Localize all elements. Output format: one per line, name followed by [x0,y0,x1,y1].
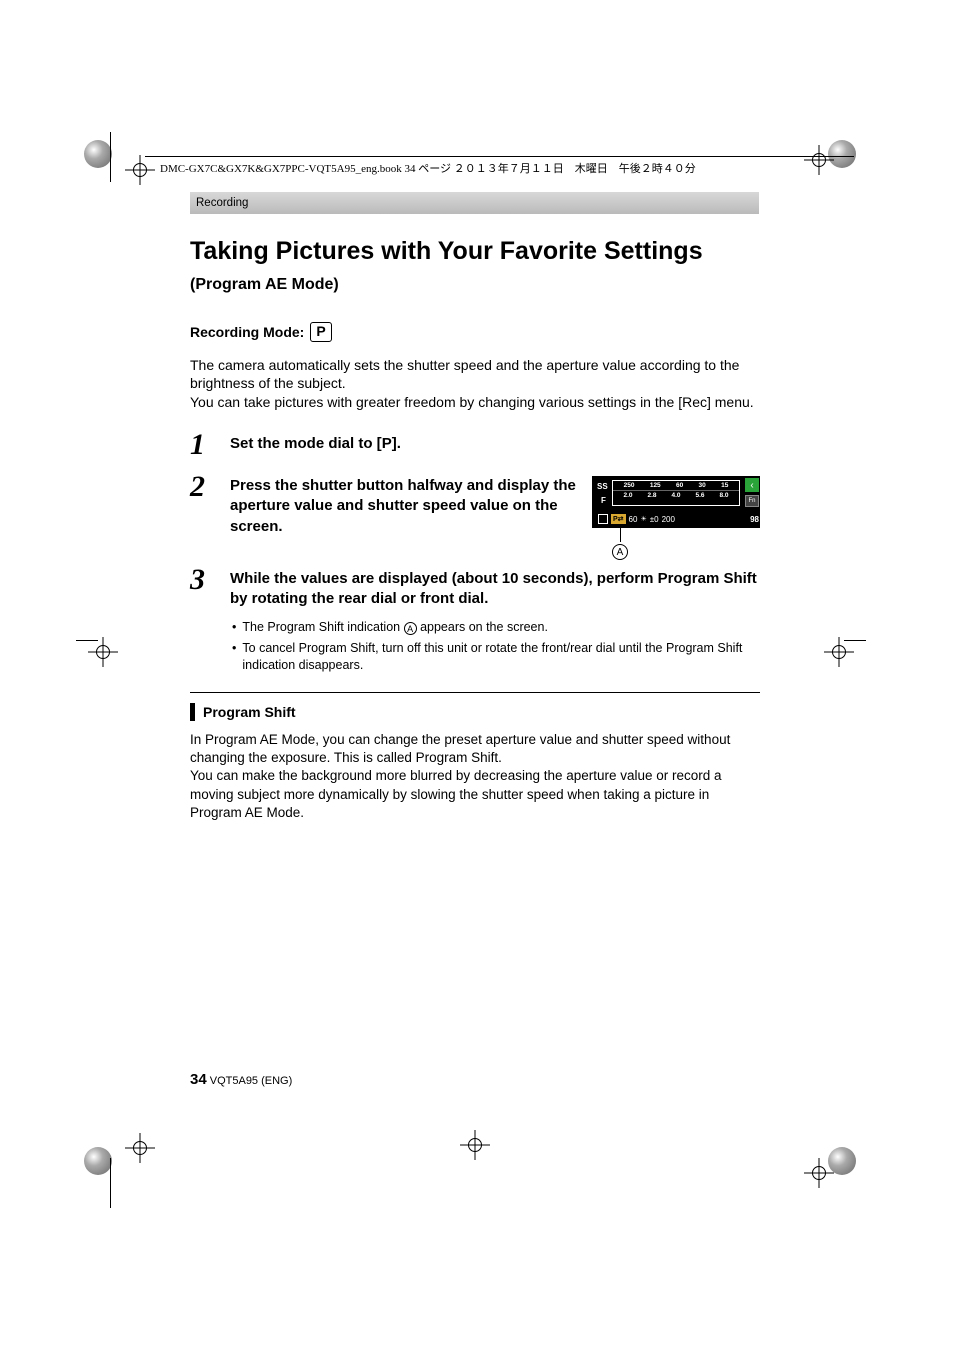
f-row: 2.0 2.8 4.0 5.6 8.0 [613,491,739,500]
iso-value: 200 [662,515,675,524]
step-number: 2 [190,472,212,502]
page-title: Taking Pictures with Your Favorite Setti… [190,237,760,266]
trim-line [844,640,866,641]
recording-mode-line: Recording Mode: P [190,322,760,342]
crosshair-tl [125,155,155,185]
step-title: Set the mode dial to [P]. [230,434,760,454]
page-number: 34 [190,1071,207,1088]
section-bar [190,192,759,214]
print-ball-bl [84,1147,112,1175]
crosshair-tr [804,145,834,175]
ev-icon: ☀ [640,515,646,523]
callout-a: A [612,544,628,560]
bullet: • To cancel Program Shift, turn off this… [232,640,760,674]
heading-bar [190,703,195,721]
lcd-screen: SS F 250 125 60 30 15 2.0 2.8 [592,476,760,528]
trim-line [76,640,98,641]
trim-line [110,132,111,182]
crosshair-bc [460,1130,490,1160]
step-number: 1 [190,430,212,460]
program-shift-icon: P⇄ [611,514,626,524]
bullet: • The Program Shift indication A appears… [232,619,760,636]
shutter-value: 60 [629,515,638,524]
step-bullets: • The Program Shift indication A appears… [230,619,760,674]
callout-line [620,528,621,542]
step-number: 3 [190,565,212,595]
p-mode-icon: P [310,322,331,342]
f-label: F [601,496,606,505]
lcd-bottom-row: P⇄ 60 ☀ ±0 200 [598,514,754,524]
header-text: DMC-GX7C&GX7K&GX7PPC-VQT5A95_eng.book 34… [160,160,696,176]
arrow-tab: ‹ [745,478,759,492]
grid-icon [598,514,608,524]
crosshair-br [804,1158,834,1188]
ev-value: ±0 [650,515,659,524]
divider [190,692,760,693]
step-3: 3 While the values are displayed (about … [190,565,760,678]
step-title: While the values are displayed (about 10… [230,569,760,610]
ss-row: 250 125 60 30 15 [613,481,739,491]
program-shift-body: In Program AE Mode, you can change the p… [190,731,760,822]
shot-count: 98 [750,515,759,524]
trim-line [110,1158,111,1208]
step-1: 1 Set the mode dial to [P]. [190,430,760,460]
camera-display-figure: SS F 250 125 60 30 15 2.0 2.8 [592,476,760,528]
recording-mode-label: Recording Mode: [190,324,304,340]
step-2: 2 Press the shutter button halfway and d… [190,472,760,537]
doc-id: VQT5A95 (ENG) [210,1075,293,1087]
ss-label: SS [597,482,608,491]
content: Taking Pictures with Your Favorite Setti… [190,237,760,822]
page-subtitle: (Program AE Mode) [190,276,760,294]
print-ball-tl [84,140,112,168]
p-icon: P [382,435,392,452]
footer: 34 VQT5A95 (ENG) [190,1071,292,1088]
fn-button: Fn [745,495,759,507]
crosshair-mr [824,637,854,667]
program-shift-heading: Program Shift [190,703,760,721]
crosshair-bl [125,1133,155,1163]
heading-text: Program Shift [203,704,296,720]
step-title: Press the shutter button halfway and dis… [230,476,578,537]
crosshair-ml [88,637,118,667]
intro-text: The camera automatically sets the shutte… [190,356,760,413]
section-label: Recording [196,197,248,209]
header-rule [145,156,854,157]
callout-a-inline: A [404,622,417,635]
